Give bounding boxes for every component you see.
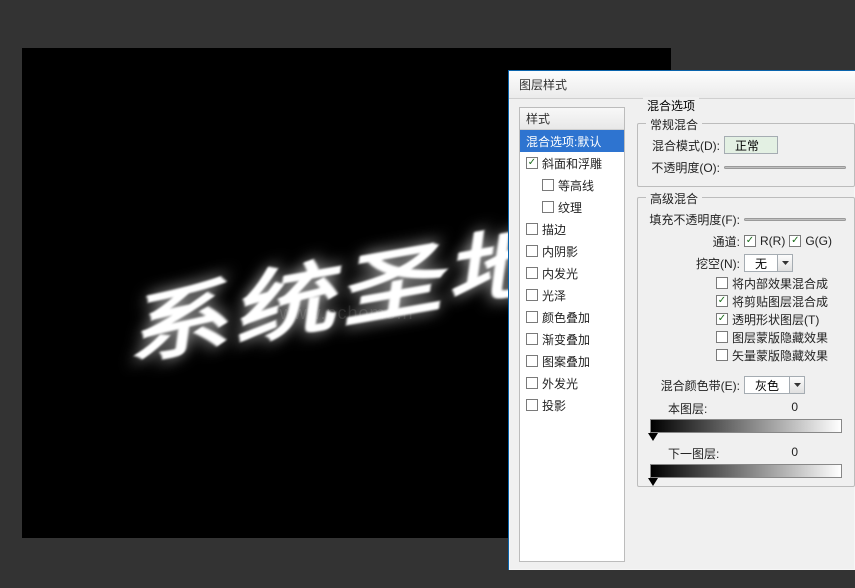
style-checkbox[interactable] [526, 355, 538, 367]
style-checkbox[interactable] [526, 289, 538, 301]
style-item-label: 内发光 [542, 265, 578, 282]
styles-panel-header: 样式 [520, 108, 624, 130]
knockout-value: 无 [745, 255, 777, 272]
style-item-6[interactable]: 内发光 [520, 262, 624, 284]
style-checkbox[interactable] [526, 245, 538, 257]
style-checkbox[interactable] [542, 179, 554, 191]
canvas-text: 系统圣地 [125, 192, 567, 382]
group-title-general: 常规混合 [646, 116, 702, 133]
underlying-layer-gradient[interactable] [650, 464, 842, 478]
styles-panel: 样式 混合选项:默认斜面和浮雕等高线纹理描边内阴影内发光光泽颜色叠加渐变叠加图案… [519, 107, 625, 562]
style-checkbox[interactable] [526, 311, 538, 323]
advanced-option-checkbox[interactable] [716, 295, 728, 307]
channel-r-label: R(R) [760, 234, 785, 248]
style-checkbox[interactable] [526, 267, 538, 279]
style-item-2[interactable]: 等高线 [520, 174, 624, 196]
advanced-option-4: 矢量蒙版隐藏效果 [646, 346, 846, 364]
dialog-titlebar[interactable]: 图层样式 [509, 71, 855, 99]
advanced-option-3: 图层蒙版隐藏效果 [646, 328, 846, 346]
channel-r-checkbox[interactable] [744, 235, 756, 247]
style-item-8[interactable]: 颜色叠加 [520, 306, 624, 328]
this-layer-low: 0 [791, 400, 798, 417]
style-item-label: 颜色叠加 [542, 309, 590, 326]
style-item-0[interactable]: 混合选项:默认 [520, 130, 624, 152]
style-item-label: 斜面和浮雕 [542, 155, 602, 172]
group-title-advanced: 高级混合 [646, 190, 702, 207]
style-item-label: 光泽 [542, 287, 566, 304]
canvas-watermark: www.pchome.n [279, 303, 413, 324]
advanced-option-checkbox[interactable] [716, 349, 728, 361]
underlying-layer-label: 下一图层: [666, 445, 791, 462]
style-item-label: 内阴影 [542, 243, 578, 260]
style-item-10[interactable]: 图案叠加 [520, 350, 624, 372]
advanced-option-1: 将剪贴图层混合成 [646, 292, 846, 310]
general-blending-group: 常规混合 混合模式(D): 正常 不透明度(O): [637, 123, 855, 187]
style-item-3[interactable]: 纹理 [520, 196, 624, 218]
opacity-label: 不透明度(O): [646, 159, 720, 176]
style-item-12[interactable]: 投影 [520, 394, 624, 416]
style-checkbox[interactable] [526, 399, 538, 411]
blend-if-select[interactable]: 灰色 [744, 376, 805, 394]
style-item-label: 渐变叠加 [542, 331, 590, 348]
advanced-option-checkbox[interactable] [716, 313, 728, 325]
advanced-blending-group: 高级混合 填充不透明度(F): 通道: R(R) G(G) 挖空(N): 无 [637, 197, 855, 487]
fill-opacity-label: 填充不透明度(F): [646, 211, 740, 228]
advanced-option-label: 将剪贴图层混合成 [732, 293, 828, 310]
style-item-5[interactable]: 内阴影 [520, 240, 624, 262]
channels-label: 通道: [646, 233, 740, 250]
style-item-7[interactable]: 光泽 [520, 284, 624, 306]
advanced-option-label: 透明形状图层(T) [732, 311, 819, 328]
style-item-label: 纹理 [558, 199, 582, 216]
style-item-label: 图案叠加 [542, 353, 590, 370]
opacity-slider[interactable] [724, 166, 846, 169]
advanced-option-checkbox[interactable] [716, 277, 728, 289]
blend-if-label: 混合颜色带(E): [646, 377, 740, 394]
layer-style-dialog: 图层样式 样式 混合选项:默认斜面和浮雕等高线纹理描边内阴影内发光光泽颜色叠加渐… [508, 70, 855, 570]
this-layer-gradient[interactable] [650, 419, 842, 433]
style-item-label: 投影 [542, 397, 566, 414]
channel-g-label: G(G) [805, 234, 832, 248]
advanced-option-checkbox[interactable] [716, 331, 728, 343]
style-item-label: 等高线 [558, 177, 594, 194]
chevron-down-icon [777, 255, 792, 271]
style-item-9[interactable]: 渐变叠加 [520, 328, 624, 350]
fill-opacity-slider[interactable] [744, 218, 846, 221]
chevron-down-icon [789, 377, 804, 393]
blending-options-panel: 混合选项 常规混合 混合模式(D): 正常 不透明度(O): 高级混 [629, 99, 855, 570]
style-checkbox[interactable] [542, 201, 554, 213]
blend-mode-select[interactable]: 正常 [724, 136, 778, 154]
dialog-title: 图层样式 [519, 76, 567, 93]
blend-mode-label: 混合模式(D): [646, 137, 720, 154]
advanced-option-label: 矢量蒙版隐藏效果 [732, 347, 828, 364]
style-checkbox[interactable] [526, 157, 538, 169]
style-checkbox[interactable] [526, 377, 538, 389]
blend-mode-value: 正常 [725, 137, 777, 154]
advanced-option-0: 将内部效果混合成 [646, 274, 846, 292]
knockout-label: 挖空(N): [646, 255, 740, 272]
underlying-layer-low: 0 [791, 445, 798, 462]
style-checkbox[interactable] [526, 333, 538, 345]
style-item-label: 混合选项:默认 [526, 133, 601, 150]
style-item-1[interactable]: 斜面和浮雕 [520, 152, 624, 174]
knockout-select[interactable]: 无 [744, 254, 793, 272]
channel-g-checkbox[interactable] [789, 235, 801, 247]
advanced-option-2: 透明形状图层(T) [646, 310, 846, 328]
advanced-option-label: 将内部效果混合成 [732, 275, 828, 292]
style-item-label: 外发光 [542, 375, 578, 392]
blend-if-value: 灰色 [745, 377, 789, 394]
panel-title: 混合选项 [643, 97, 699, 114]
style-item-11[interactable]: 外发光 [520, 372, 624, 394]
style-checkbox[interactable] [526, 223, 538, 235]
style-item-label: 描边 [542, 221, 566, 238]
style-item-4[interactable]: 描边 [520, 218, 624, 240]
advanced-option-label: 图层蒙版隐藏效果 [732, 329, 828, 346]
this-layer-label: 本图层: [666, 400, 791, 417]
